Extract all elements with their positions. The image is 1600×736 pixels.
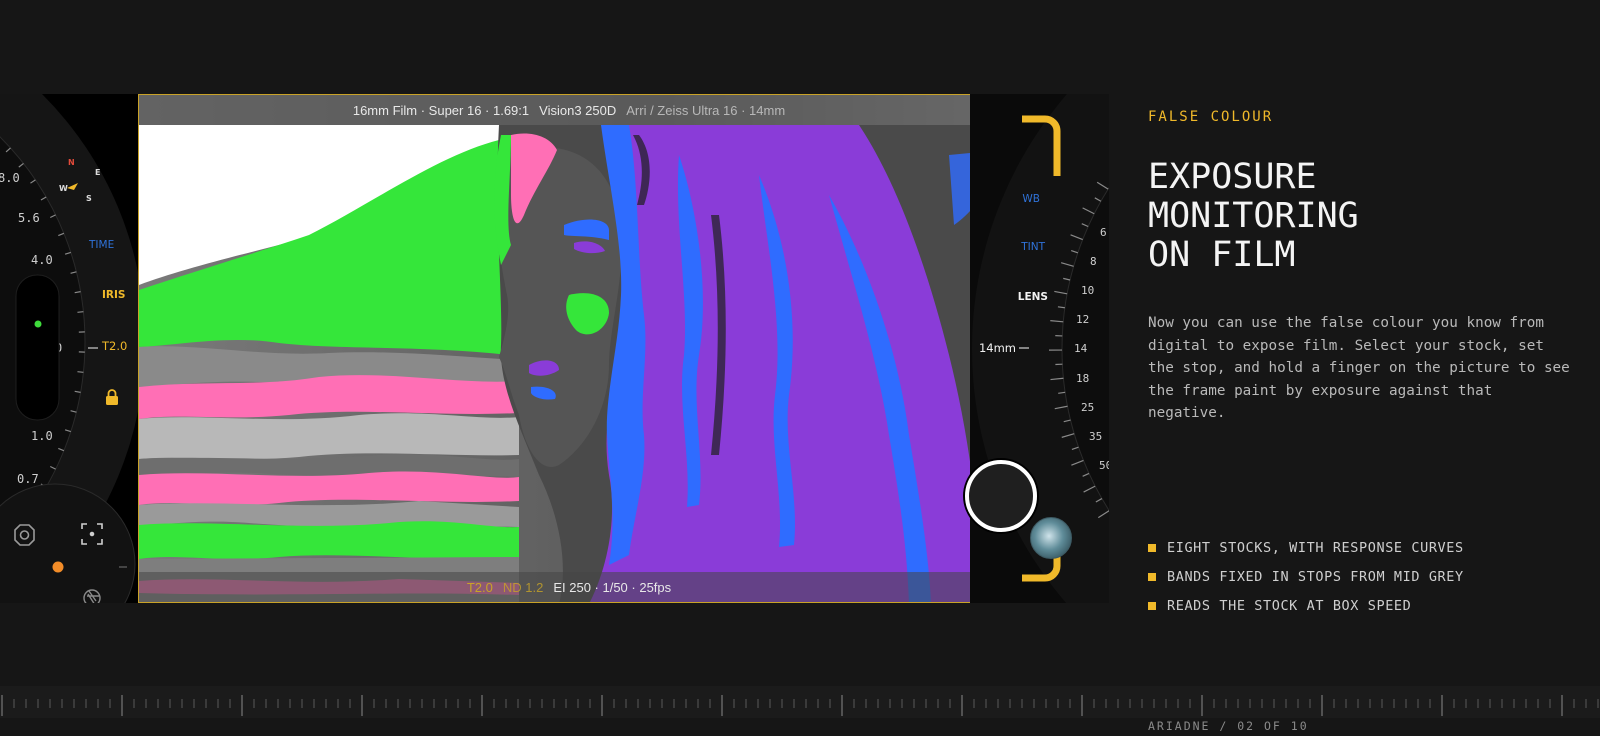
mode-iris: IRIS [102,289,125,301]
mode-tint: TINT [1020,241,1045,253]
section-eyebrow: FALSE COLOUR [1148,109,1274,125]
current-stop: T2.0 [101,339,127,353]
focal-tick: 50 [1099,459,1109,472]
stop-readout: T2.0 [466,579,493,595]
body-copy: Now you can use the false colour you kno… [1148,315,1570,421]
false-colour-frame [139,95,999,602]
dial-tick-label: 0.7 [17,472,39,486]
shutter-button[interactable] [965,460,1037,532]
headline-line: ON FILM [1148,235,1296,275]
headline-line: MONITORING [1148,196,1359,236]
bullet-icon [1148,543,1156,552]
focal-tick: 14 [1074,342,1088,355]
exposure-readout: EI 250 · 1/50 · 25fps [553,579,672,595]
viewfinder-top-bar: 16mm Film · Super 16 · 1.69:1 Vision3 25… [139,95,999,125]
feature-list: EIGHT STOCKS, WITH RESPONSE CURVES BANDS… [1148,533,1464,620]
bullet-icon [1148,601,1156,610]
indicator-dot [52,561,64,573]
focal-tick: 18 [1076,372,1089,385]
mode-lens: LENS [1018,291,1048,303]
slide-counter: ARIADNE / 02 OF 10 [1148,719,1309,733]
dial-tick-label: 1.0 [31,429,53,443]
compass-s: S [86,194,92,203]
mode-wb: WB [1022,193,1040,205]
gallery-thumbnail[interactable] [1030,517,1072,559]
bullet-icon [1148,572,1156,581]
focal-tick: 35 [1089,430,1102,443]
focal-tick: 12 [1076,313,1089,326]
list-item: READS THE STOCK AT BOX SPEED [1148,591,1464,620]
focal-tick: 8 [1090,255,1097,268]
level-dot [34,320,42,328]
camera-mockup: 8.0 5.6 4.0 1.0 0.7 N E W S TIME IRIS T2… [0,94,1109,603]
dial-tick-label: 4.0 [31,253,53,267]
focal-tick: 10 [1081,284,1094,297]
nd-readout: ND 1.2 [502,579,544,595]
list-item: BANDS FIXED IN STOPS FROM MID GREY [1148,562,1464,591]
compass-e: E [95,168,100,177]
band-green [139,521,519,559]
dial-tick-label: 8.0 [0,171,20,185]
focal-tick: 6 [1100,226,1107,239]
stock-readout: Vision3 250D [539,102,617,118]
lens-readout: Arri / Zeiss Ultra 16 · 14mm [626,102,786,118]
viewfinder-bottom-bar: T2.0 ND 1.2 EI 250 · 1/50 · 25fps [139,572,999,602]
list-item: EIGHT STOCKS, WITH RESPONSE CURVES [1148,533,1464,562]
dial-tick [77,311,84,313]
level-slider [15,274,60,421]
exposure-dial[interactable]: 8.0 5.6 4.0 1.0 0.7 N E W S TIME IRIS T2… [0,94,140,603]
mode-time: TIME [88,239,114,251]
dial-tick-label: 5.6 [18,211,40,225]
compass-w: W [59,184,68,193]
focal-tick: 25 [1081,401,1094,414]
current-focal: 14mm [979,341,1016,355]
compass-n: N [68,158,75,167]
format-readout: 16mm Film · Super 16 · 1.69:1 [352,102,530,118]
dial-tick [77,371,84,373]
headline-line: EXPOSURE [1148,157,1317,197]
timeline-ruler[interactable] [0,686,1600,718]
page-title: EXPOSURE MONITORING ON FILM [1148,158,1359,275]
viewfinder[interactable]: 16mm Film · Super 16 · 1.69:1 Vision3 25… [138,94,1000,603]
